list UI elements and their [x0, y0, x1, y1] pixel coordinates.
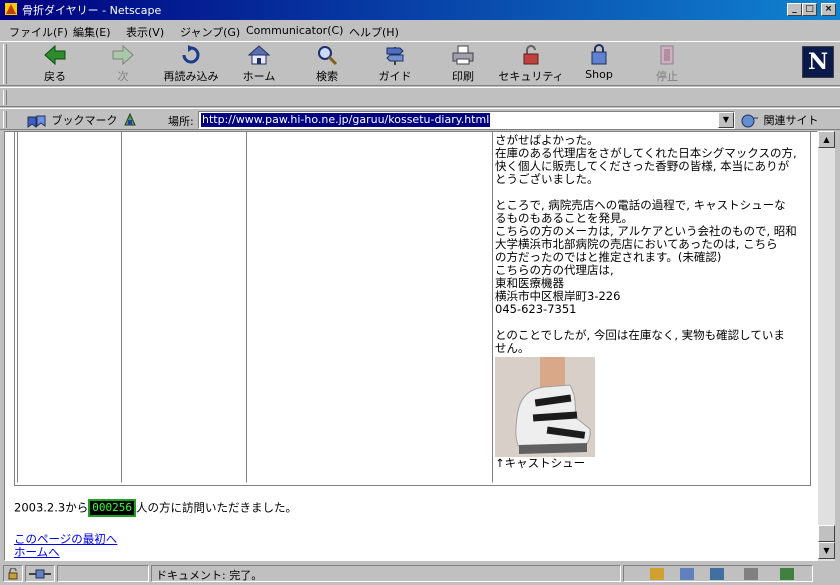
reload-button[interactable]: 再読み込み: [157, 44, 225, 84]
search-icon: [318, 46, 338, 66]
home-label: ホーム: [242, 70, 276, 83]
page-content[interactable]: さがせばよかった。 在庫のある代理店をさがしてくれた日本シグマックスの方, 快く…: [4, 131, 818, 561]
menu-go[interactable]: ジャンプ(G): [180, 24, 240, 40]
text-line: とのことでしたが, 今回は在庫なく, 実物も確認していま: [495, 328, 785, 342]
personal-toolbar: [0, 87, 840, 107]
mail-component-icon[interactable]: [680, 568, 694, 580]
cast-shoe-photo: [495, 357, 595, 457]
menu-edit[interactable]: 編集(E): [73, 24, 111, 40]
shop-label: Shop: [585, 68, 613, 81]
page-proxy-icon[interactable]: [122, 112, 138, 127]
forward-arrow-icon: [112, 44, 134, 66]
home-link[interactable]: ホームへ: [14, 546, 117, 559]
bookmarks-button[interactable]: ブックマーク: [26, 112, 118, 128]
printer-icon: [452, 45, 474, 65]
menu-help[interactable]: ヘルプ(H): [349, 24, 399, 40]
navigator-component-icon[interactable]: [650, 568, 664, 580]
stop-label: 停止: [656, 70, 678, 83]
bookmarks-label: ブックマーク: [51, 114, 118, 127]
status-text-panel: ドキュメント: 完了。: [151, 565, 621, 582]
stop-icon: [660, 45, 674, 65]
connection-status-panel: [25, 565, 55, 582]
url-dropdown-arrow-icon[interactable]: ▼: [718, 112, 734, 128]
menu-bar: ファイル(F) 編集(E) 表示(V) ジャンプ(G) Communicator…: [0, 21, 840, 40]
browser-window: 骨折ダイヤリー - Netscape _ □ × ファイル(F) 編集(E) 表…: [0, 0, 840, 585]
close-button[interactable]: ×: [821, 3, 836, 16]
location-toolbar-grip[interactable]: [3, 111, 7, 128]
table-cell-3: [246, 132, 489, 483]
location-toolbar: ブックマーク 場所: http://www.paw.hi-ho.ne.jp/ga…: [0, 108, 840, 130]
guide-signpost-icon: [386, 47, 404, 65]
home-icon: [247, 45, 271, 65]
toolbar-grip[interactable]: [3, 44, 7, 84]
back-button[interactable]: 戻る: [21, 44, 89, 84]
netscape-app-icon: [5, 3, 17, 15]
status-text: ドキュメント: 完了。: [156, 569, 263, 582]
security-label: セキュリティ: [498, 70, 564, 83]
component-bar: [623, 565, 813, 582]
security-button[interactable]: セキュリティ: [497, 44, 565, 84]
search-button[interactable]: 検索: [293, 44, 361, 84]
text-line: 045-623-7351: [495, 302, 577, 316]
back-label: 戻る: [44, 70, 66, 83]
text-line: せん。: [495, 341, 530, 355]
table-cell-2: [121, 132, 243, 483]
text-line: とうございました。: [495, 172, 599, 186]
padlock-icon: [523, 45, 539, 65]
stop-button[interactable]: 停止: [633, 44, 701, 84]
menu-view[interactable]: 表示(V): [126, 24, 164, 40]
print-button[interactable]: 印刷: [429, 44, 497, 84]
reload-icon: [182, 45, 200, 64]
network-plug-icon: [29, 569, 51, 579]
bookmarks-icon: [27, 115, 46, 128]
table-cell-1: [17, 132, 118, 483]
vertical-scrollbar[interactable]: ▲ ▼: [818, 131, 835, 561]
diary-text: さがせばよかった。 在庫のある代理店をさがしてくれた日本シグマックスの方, 快く…: [495, 134, 809, 470]
navigation-toolbar: 戻る 次 再読み込み ホーム 検索 ガイド 印刷 セキュリティ Shop 停止 …: [0, 41, 840, 86]
shopping-bag-icon: [591, 44, 607, 65]
photo-caption: ↑キャストシュー: [495, 456, 586, 470]
scroll-down-arrow-icon[interactable]: ▼: [818, 542, 835, 559]
netscape-logo[interactable]: N: [802, 46, 834, 78]
related-sites-icon: [741, 114, 758, 128]
scroll-up-arrow-icon[interactable]: ▲: [818, 131, 835, 148]
minimize-button[interactable]: _: [787, 3, 802, 16]
shop-button[interactable]: Shop: [565, 44, 633, 84]
print-label: 印刷: [452, 70, 474, 83]
content-table: さがせばよかった。 在庫のある代理店をさがしてくれた日本シグマックスの方, 快く…: [14, 132, 811, 486]
visitor-counter: 000256: [88, 499, 136, 517]
forward-button[interactable]: 次: [89, 44, 157, 84]
table-cell-4: さがせばよかった。 在庫のある代理店をさがしてくれた日本シグマックスの方, 快く…: [492, 132, 810, 483]
location-label: 場所:: [168, 115, 194, 128]
footer-links: このページの最初へ ホームへ: [14, 533, 117, 559]
visitor-counter-line: 2003.2.3から 000256 人の方に訪問いただきました。: [14, 499, 297, 517]
reload-label: 再読み込み: [163, 70, 219, 83]
composer-component-icon[interactable]: [780, 568, 794, 580]
status-bar: ドキュメント: 完了。: [0, 563, 840, 585]
home-button[interactable]: ホーム: [225, 44, 293, 84]
menu-file[interactable]: ファイル(F): [9, 24, 68, 40]
window-title: 骨折ダイヤリー - Netscape: [22, 4, 162, 17]
url-field[interactable]: http://www.paw.hi-ho.ne.jp/garuu/kossetu…: [198, 111, 735, 129]
maximize-button[interactable]: □: [802, 3, 817, 16]
scroll-thumb[interactable]: [818, 525, 835, 542]
counter-suffix: 人の方に訪問いただきました。: [135, 500, 297, 515]
url-text[interactable]: http://www.paw.hi-ho.ne.jp/garuu/kossetu…: [201, 113, 491, 127]
related-sites-label: 関連サイト: [763, 114, 819, 127]
forward-label: 次: [117, 70, 129, 83]
guide-button[interactable]: ガイド: [361, 44, 429, 84]
guide-label: ガイド: [378, 70, 412, 83]
back-arrow-icon: [44, 44, 66, 66]
title-bar: 骨折ダイヤリー - Netscape _ □ ×: [0, 0, 840, 20]
search-label: 検索: [316, 70, 338, 83]
addressbook-component-icon[interactable]: [744, 568, 758, 580]
unlocked-padlock-icon: [8, 568, 18, 580]
progress-panel: [57, 565, 149, 582]
discussion-component-icon[interactable]: [710, 568, 724, 580]
menu-communicator[interactable]: Communicator(C): [246, 24, 343, 37]
related-sites-button[interactable]: 関連サイト: [740, 112, 819, 128]
counter-prefix: 2003.2.3から: [14, 500, 89, 515]
security-status-panel[interactable]: [3, 565, 23, 582]
personal-toolbar-grip[interactable]: [3, 90, 7, 105]
